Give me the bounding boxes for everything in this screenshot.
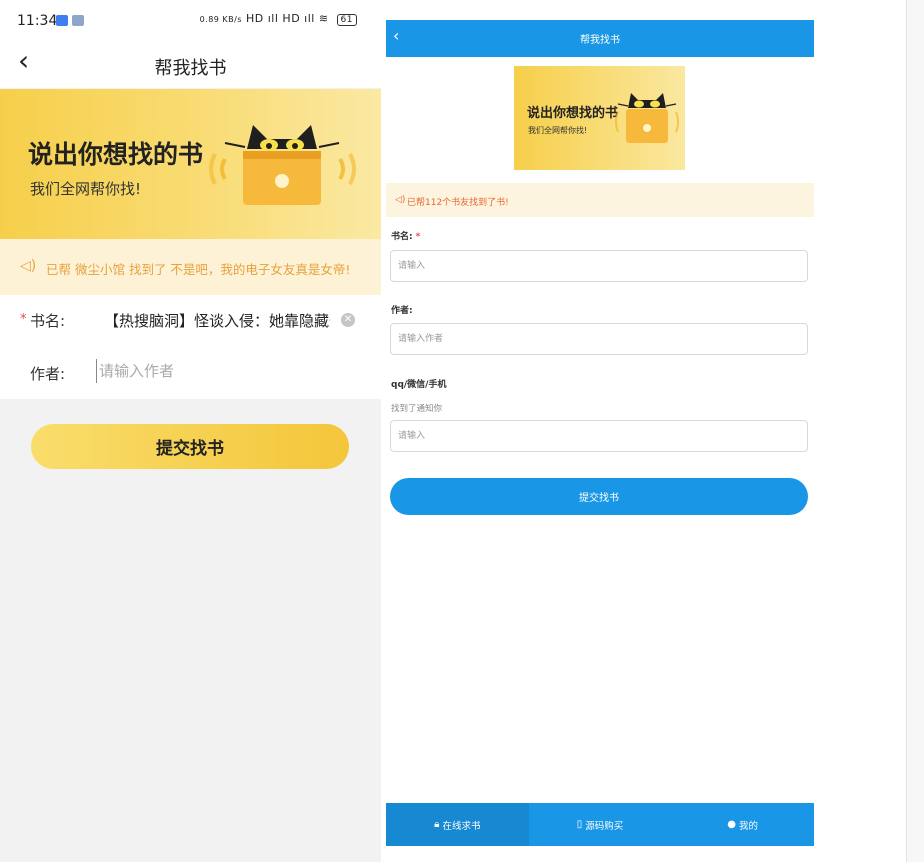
web-submit-button[interactable]: 提交找书	[390, 478, 808, 515]
clear-icon[interactable]: ✕	[341, 313, 355, 327]
tab-label: 在线求书	[442, 820, 481, 832]
signal-icon: HD ıll HD ıll	[246, 12, 315, 25]
speaker-icon: ◁)	[395, 195, 406, 205]
web-book-name-input[interactable]	[390, 250, 808, 282]
cat-mascot-icon	[209, 125, 356, 205]
notice-text: 已帮 微尘小馆 找到了 不是吧，我的电子女友真是女帝!	[46, 262, 351, 277]
banner-title: 说出你想找的书	[28, 140, 204, 169]
user-icon: ●	[727, 819, 737, 830]
find-book-form: * 书名: 【热搜脑洞】怪谈入侵：她靠隐藏规 ✕ 作者:	[0, 295, 381, 399]
web-contact-hint: 找到了通知你	[391, 404, 443, 414]
book-name-field[interactable]: 【热搜脑洞】怪谈入侵：她靠隐藏规	[104, 310, 330, 331]
battery-icon: 61	[336, 14, 357, 26]
scrollbar-track[interactable]	[906, 0, 924, 862]
tab-label: 源码购买	[585, 820, 624, 832]
cat-mascot-icon	[615, 93, 679, 143]
tab-mine[interactable]: ● 我的	[671, 803, 814, 846]
web-notice-bar: ◁) 已帮112个书友找到了书!	[386, 183, 814, 217]
banner: 说出你想找的书 我们全网帮你找!	[0, 89, 381, 239]
web-nav-bar: ‹ 帮我找书	[386, 20, 814, 57]
status-bar: 11:34 0.89 KB/s HD ıll HD ıll ≋ 61	[0, 0, 381, 40]
status-time: 11:34	[17, 13, 58, 29]
page-title: 帮我找书	[154, 58, 227, 79]
author-label: 作者:	[30, 365, 66, 383]
web-notice-text: 已帮112个书友找到了书!	[407, 198, 509, 208]
web-screen: ‹ 帮我找书 说出你想找的书 我们全网帮你找! ◁) 已帮112个书友找到了书!…	[386, 20, 814, 846]
web-banner: 说出你想找的书 我们全网帮你找!	[514, 66, 685, 170]
web-book-name-label: 书名: *	[391, 232, 421, 242]
required-mark: *	[20, 312, 27, 327]
web-contact-input[interactable]	[390, 420, 808, 452]
tab-online-request[interactable]: 🔒︎ 在线求书	[386, 803, 529, 846]
web-author-input[interactable]	[390, 323, 808, 355]
tab-source-purchase[interactable]: ▯ 源码购买	[529, 803, 672, 846]
web-page-title: 帮我找书	[580, 35, 620, 46]
tab-label: 我的	[739, 820, 759, 832]
notification-tool-icon	[72, 15, 84, 26]
banner-subtitle: 我们全网帮你找!	[30, 180, 142, 198]
author-input[interactable]	[96, 359, 346, 383]
notice-bar: ◁) 已帮 微尘小馆 找到了 不是吧，我的电子女友真是女帝!	[0, 239, 381, 295]
web-contact-label: qq/微信/手机	[391, 380, 447, 390]
web-banner-subtitle: 我们全网帮你找!	[528, 126, 588, 135]
wifi-icon: ≋	[318, 12, 329, 25]
web-banner-title: 说出你想找的书	[527, 106, 619, 121]
book-name-label: 书名:	[30, 312, 66, 330]
web-author-label: 作者:	[391, 306, 413, 316]
submit-button[interactable]: 提交找书	[31, 424, 349, 469]
speaker-icon: ◁)	[20, 258, 37, 274]
nav-bar: ‹ 帮我找书	[0, 40, 381, 88]
status-indicators: 0.89 KB/s HD ıll HD ıll ≋ 61	[200, 12, 357, 26]
required-mark: *	[415, 232, 421, 242]
lock-icon: 🔒︎	[434, 819, 440, 830]
bookmark-icon: ▯	[576, 819, 583, 830]
notification-app-icon	[56, 15, 68, 26]
mobile-screen: 11:34 0.89 KB/s HD ıll HD ıll ≋ 61 ‹ 帮我找…	[0, 0, 381, 862]
web-tab-bar: 🔒︎ 在线求书 ▯ 源码购买 ● 我的	[386, 803, 814, 846]
net-speed: 0.89 KB/s	[199, 15, 243, 24]
